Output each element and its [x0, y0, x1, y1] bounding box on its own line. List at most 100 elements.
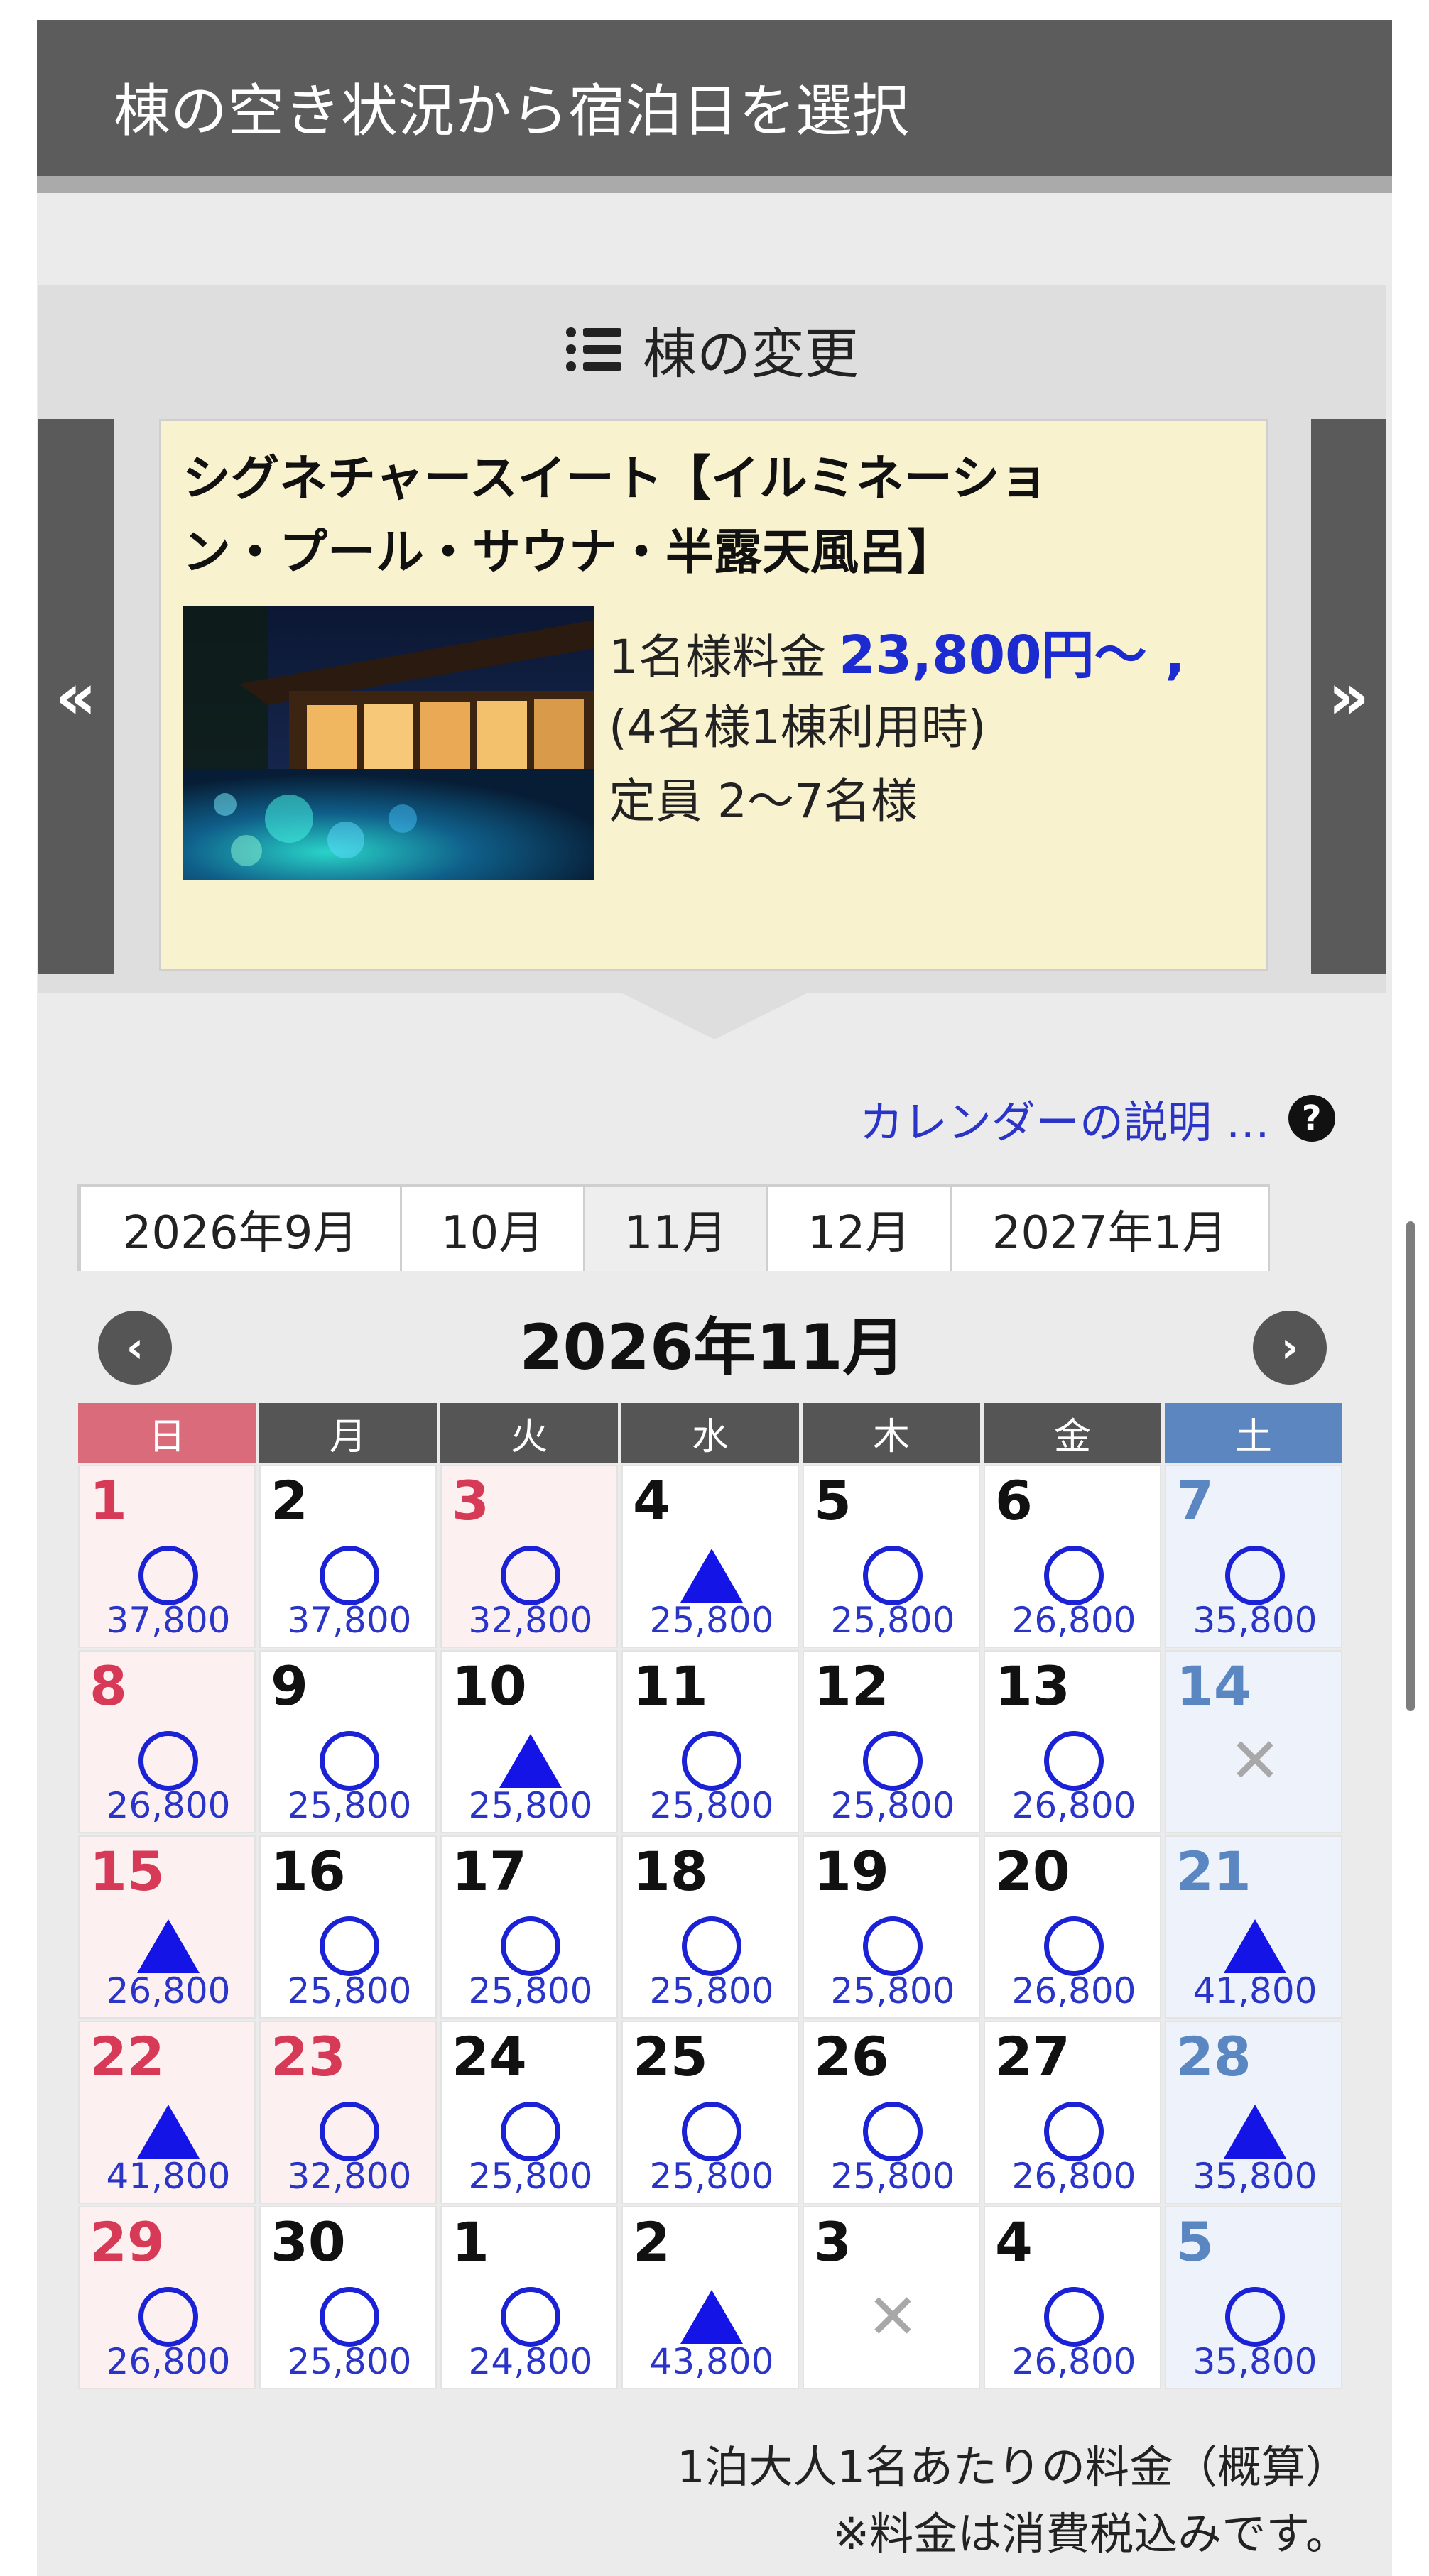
- calendar-day[interactable]: 5 25,800: [803, 1465, 980, 1648]
- calendar-day[interactable]: 18 25,800: [621, 1835, 799, 2019]
- help-icon: ?: [1288, 1095, 1335, 1142]
- calendar-day[interactable]: 4 26,800: [984, 2206, 1161, 2389]
- day-price: 26,800: [1011, 1785, 1136, 1826]
- page-scrollbar[interactable]: [1406, 1221, 1415, 1711]
- calendar-day[interactable]: 4 25,800: [621, 1465, 799, 1648]
- tax-note: ※料金は消費税込みです。: [832, 2508, 1349, 2560]
- day-price: 26,800: [1011, 2341, 1136, 2382]
- calendar-day[interactable]: 13 26,800: [984, 1650, 1161, 1833]
- calendar-day[interactable]: 2 37,800: [259, 1465, 437, 1648]
- calendar-day[interactable]: 22 41,800: [78, 2021, 256, 2204]
- triangle-mark-icon: [499, 1734, 562, 1788]
- next-month-button[interactable]: ›: [1253, 1311, 1327, 1385]
- cross-mark-icon: ✕: [866, 2280, 919, 2353]
- usage-note: (4名様1棟利用時): [609, 700, 987, 755]
- panel-pointer: [621, 993, 808, 1039]
- calendar-week: 1 37,800 2 37,800 3 32,800 4 25,800 5 25,800 6 26,8…: [78, 1463, 1349, 1648]
- day-price: 25,800: [830, 1785, 955, 1826]
- calendar-day[interactable]: 26 25,800: [803, 2021, 980, 2204]
- calendar-day[interactable]: 10 25,800: [440, 1650, 618, 1833]
- price-value: 23,800円〜 ,: [839, 625, 1185, 686]
- calendar-day[interactable]: 17 25,800: [440, 1835, 618, 2019]
- circle-mark-icon: [682, 1731, 741, 1791]
- triangle-mark-icon: [137, 1919, 200, 1973]
- calendar-day[interactable]: 16 25,800: [259, 1835, 437, 2019]
- weekday-mon: 月: [259, 1403, 437, 1463]
- tab-2026-10[interactable]: 10月: [402, 1187, 585, 1271]
- calendar-day[interactable]: 6 26,800: [984, 1465, 1161, 1648]
- calendar-day[interactable]: 30 25,800: [259, 2206, 437, 2389]
- day-number: 8: [89, 1654, 127, 1718]
- chevron-left-icon: ‹: [126, 1323, 144, 1372]
- calendar-day[interactable]: 1 24,800: [440, 2206, 618, 2389]
- calendar-day[interactable]: 28 35,800: [1165, 2021, 1342, 2204]
- weekday-header: 日 月 火 水 木 金 土: [78, 1403, 1349, 1463]
- day-number: 24: [452, 2025, 527, 2088]
- room-card[interactable]: シグネチャースイート【イルミネーション・プール・サウナ・半露天風呂】 1名様料金…: [159, 419, 1268, 971]
- calendar-day[interactable]: 5 35,800: [1165, 2206, 1342, 2389]
- day-number: 4: [633, 1469, 670, 1532]
- tab-2026-12[interactable]: 12月: [768, 1187, 952, 1271]
- day-number: 11: [633, 1654, 708, 1718]
- availability-calendar: 日 月 火 水 木 金 土 1 37,800 2 37,800 3 32,800 4 25,8…: [78, 1403, 1349, 2389]
- day-price: 25,800: [468, 2156, 593, 2197]
- triangle-mark-icon: [137, 2105, 200, 2159]
- weekday-sat: 土: [1165, 1403, 1342, 1463]
- calendar-day[interactable]: 21 41,800: [1165, 1835, 1342, 2019]
- day-number: 21: [1176, 1840, 1251, 1903]
- next-room-button[interactable]: »: [1311, 419, 1386, 974]
- calendar-day[interactable]: 23 32,800: [259, 2021, 437, 2204]
- calendar-day[interactable]: 7 35,800: [1165, 1465, 1342, 1648]
- tab-2027-01[interactable]: 2027年1月: [952, 1187, 1270, 1271]
- calendar-day[interactable]: 3 32,800: [440, 1465, 618, 1648]
- tab-2026-11[interactable]: 11月: [585, 1187, 768, 1271]
- calendar-day[interactable]: 8 26,800: [78, 1650, 256, 1833]
- calendar-day[interactable]: 25 25,800: [621, 2021, 799, 2204]
- chevron-right-icon: ›: [1281, 1323, 1299, 1372]
- day-number: 10: [452, 1654, 527, 1718]
- calendar-month-title: 2026年11月: [519, 1311, 906, 1384]
- calendar-day[interactable]: 19 25,800: [803, 1835, 980, 2019]
- calendar-day[interactable]: 29 26,800: [78, 2206, 256, 2389]
- day-number: 1: [452, 2210, 489, 2274]
- circle-mark-icon: [320, 2287, 379, 2347]
- calendar-day[interactable]: 9 25,800: [259, 1650, 437, 1833]
- weekday-sun: 日: [78, 1403, 256, 1463]
- day-price: 41,800: [1192, 1970, 1317, 2012]
- list-icon: [566, 327, 621, 371]
- triangle-mark-icon: [680, 1549, 743, 1603]
- day-price: 32,800: [287, 2156, 412, 2197]
- room-change-button[interactable]: 棟の変更: [38, 285, 1386, 413]
- day-number: 13: [995, 1654, 1070, 1718]
- calendar-day[interactable]: 15 26,800: [78, 1835, 256, 2019]
- day-number: 2: [633, 2210, 670, 2274]
- day-price: 25,800: [649, 1785, 774, 1826]
- calendar-day[interactable]: 2 43,800: [621, 2206, 799, 2389]
- day-number: 4: [995, 2210, 1033, 2274]
- price-note: 1泊大人1名あたりの料金（概算）: [677, 2441, 1349, 2493]
- calendar-legend-link[interactable]: カレンダーの説明 … ?: [859, 1086, 1335, 1150]
- calendar-day[interactable]: 27 26,800: [984, 2021, 1161, 2204]
- tab-2026-09[interactable]: 2026年9月: [81, 1187, 402, 1271]
- prev-month-button[interactable]: ‹: [98, 1311, 172, 1385]
- calendar-grid: 1 37,800 2 37,800 3 32,800 4 25,800 5 25,800 6 26,8…: [78, 1463, 1349, 2389]
- weekday-wed: 水: [621, 1403, 799, 1463]
- day-number: 29: [89, 2210, 165, 2274]
- calendar-day[interactable]: 1 37,800: [78, 1465, 256, 1648]
- day-price: 25,800: [830, 1600, 955, 1641]
- calendar-day[interactable]: 24 25,800: [440, 2021, 618, 2204]
- prev-room-button[interactable]: «: [38, 419, 114, 974]
- calendar-week: 15 26,800 16 25,800 17 25,800 18 25,800 19 25,800…: [78, 1833, 1349, 2019]
- day-number: 22: [89, 2025, 165, 2088]
- availability-mark: ✕: [804, 2281, 982, 2352]
- day-price: 25,800: [649, 2156, 774, 2197]
- calendar-day[interactable]: 20 26,800: [984, 1835, 1161, 2019]
- calendar-day[interactable]: 11 25,800: [621, 1650, 799, 1833]
- circle-mark-icon: [1044, 2102, 1104, 2161]
- circle-mark-icon: [863, 1731, 923, 1791]
- day-number: 14: [1176, 1654, 1251, 1718]
- legend-label: カレンダーの説明 …: [859, 1096, 1270, 1148]
- calendar-day: 3 ✕: [803, 2206, 980, 2389]
- circle-mark-icon: [1044, 1546, 1104, 1605]
- calendar-day[interactable]: 12 25,800: [803, 1650, 980, 1833]
